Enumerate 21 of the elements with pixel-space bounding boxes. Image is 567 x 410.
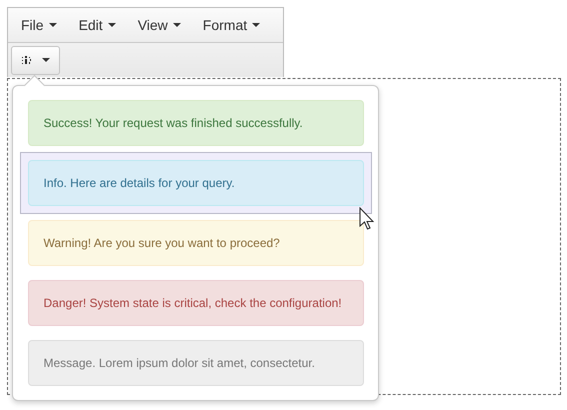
caret-icon xyxy=(172,23,181,27)
caret-icon xyxy=(108,23,116,27)
caret-icon xyxy=(252,23,260,27)
success-alert: Success! Your request was finished successfully. xyxy=(28,100,364,146)
caret-icon xyxy=(42,58,50,62)
message-alert: Message. Lorem ipsum dolor sit amet, consectetur. xyxy=(28,340,364,386)
menu-item[interactable]: Edit xyxy=(70,8,125,42)
alert-option[interactable]: Warning! Are you sure you want to proceed? xyxy=(20,212,372,274)
alert-option[interactable]: Message. Lorem ipsum dolor sit amet, consectetur. xyxy=(20,332,372,394)
info-alert: Info. Here are details for your query. xyxy=(28,160,364,206)
alert-option[interactable]: Info. Here are details for your query. xyxy=(20,152,372,214)
menu-item[interactable]: Format xyxy=(194,8,270,42)
menu-item[interactable]: File xyxy=(12,8,66,42)
warning-alert: Warning! Are you sure you want to proceed? xyxy=(28,220,364,266)
danger-alert: Danger! System state is critical, check the configuration! xyxy=(28,280,364,326)
caret-icon xyxy=(48,23,57,27)
alert-option[interactable]: Success! Your request was finished successfully. xyxy=(20,92,372,154)
menu-item[interactable]: View xyxy=(128,8,190,42)
insert-dropdown-button[interactable] xyxy=(11,46,60,74)
alert-option[interactable]: Danger! System state is critical, check the configuration! xyxy=(20,272,372,334)
pointer-cursor-icon xyxy=(359,207,375,231)
